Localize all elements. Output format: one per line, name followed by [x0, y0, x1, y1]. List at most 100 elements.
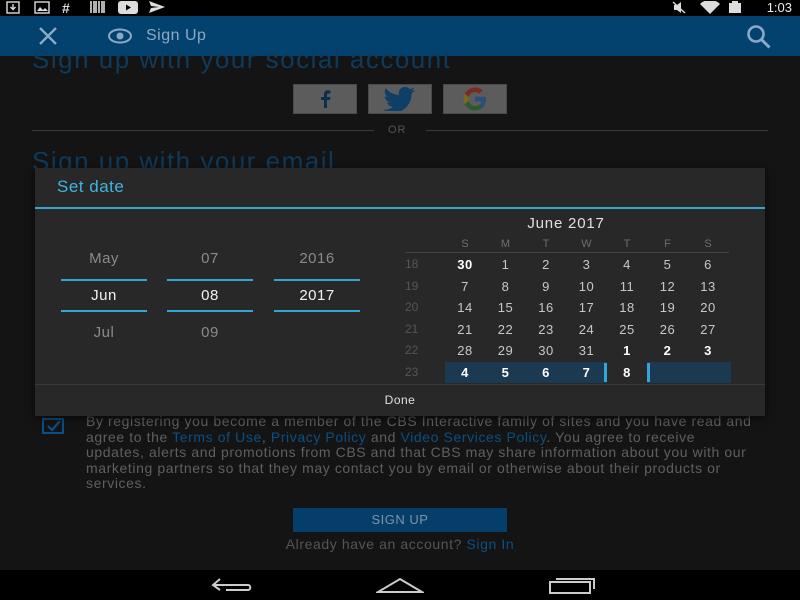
legal-text-part: and: [366, 428, 401, 445]
month-current[interactable]: Jun: [61, 287, 147, 304]
day-spinner[interactable]: 07 08 09: [167, 246, 253, 341]
back-icon[interactable]: [206, 576, 254, 594]
calendar-day[interactable]: 1: [486, 254, 526, 275]
calendar-header-divider: [405, 252, 729, 253]
calendar-day[interactable]: 23: [526, 319, 566, 340]
or-divider-right: [426, 130, 768, 131]
calendar-day[interactable]: 16: [526, 297, 566, 318]
calendar-day[interactable]: 30: [526, 340, 566, 361]
year-spinner[interactable]: 2016 2017: [274, 246, 360, 336]
calendar-day[interactable]: 30: [445, 254, 485, 275]
month-spinner[interactable]: May Jun Jul: [61, 246, 147, 341]
or-label: OR: [388, 124, 407, 136]
facebook-button[interactable]: [293, 84, 357, 114]
calendar-day[interactable]: 13: [688, 276, 728, 297]
calendar-month-label: June 2017: [527, 215, 605, 232]
calendar-day[interactable]: 2: [648, 340, 688, 361]
spinner-divider: [167, 279, 253, 281]
calendar-day[interactable]: 24: [567, 319, 607, 340]
calendar-day[interactable]: 15: [486, 297, 526, 318]
calendar-day[interactable]: 7: [567, 362, 607, 383]
sign-in-link[interactable]: Sign In: [466, 536, 514, 552]
calendar-day[interactable]: 28: [445, 340, 485, 361]
weekday-label: S: [461, 238, 469, 250]
calendar-day[interactable]: 31: [567, 340, 607, 361]
calendar-day[interactable]: 6: [688, 254, 728, 275]
calendar-day[interactable]: 8: [607, 362, 647, 383]
calendar-day[interactable]: 11: [607, 276, 647, 297]
spinner-divider: [61, 310, 147, 312]
status-clock: 1:03: [766, 0, 792, 15]
download-icon: [6, 1, 20, 17]
spinner-divider: [274, 279, 360, 281]
airplane-icon: [148, 1, 166, 17]
calendar-day[interactable]: 5: [486, 362, 526, 383]
calendar-day[interactable]: 8: [486, 276, 526, 297]
spinner-divider: [167, 310, 253, 312]
twitter-button[interactable]: [368, 84, 432, 114]
spinner-divider: [61, 279, 147, 281]
month-prev[interactable]: May: [61, 250, 147, 267]
calendar-day[interactable]: 2: [526, 254, 566, 275]
week-number: 21: [405, 321, 419, 336]
calendar-day[interactable]: 4: [607, 254, 647, 275]
calendar-day[interactable]: 27: [688, 319, 728, 340]
calendar-day[interactable]: 12: [648, 276, 688, 297]
google-button[interactable]: [443, 84, 507, 114]
calendar-day[interactable]: 1: [607, 340, 647, 361]
check-icon: [47, 420, 61, 432]
barcode-icon: [90, 1, 106, 16]
done-button[interactable]: Done: [35, 385, 765, 416]
month-next[interactable]: Jul: [61, 324, 147, 341]
year-current[interactable]: 2017: [274, 287, 360, 304]
calendar-day[interactable]: 5: [648, 254, 688, 275]
calendar-day[interactable]: 21: [445, 319, 485, 340]
calendar-day[interactable]: 18: [607, 297, 647, 318]
home-icon[interactable]: [374, 576, 426, 594]
dialog-title: Set date: [57, 177, 125, 196]
calendar-day[interactable]: 26: [648, 319, 688, 340]
weekday-label: T: [542, 238, 550, 250]
screen: # 1:03 Sign Up Sign up with your social …: [0, 0, 800, 600]
calendar-day[interactable]: 29: [486, 340, 526, 361]
calendar-day[interactable]: 19: [648, 297, 688, 318]
wifi-icon: [700, 0, 720, 17]
recents-icon[interactable]: [548, 576, 596, 594]
eye-icon: [108, 28, 132, 44]
day-current[interactable]: 08: [167, 287, 253, 304]
calendar-day[interactable]: 14: [445, 297, 485, 318]
weekday-label: W: [581, 238, 592, 250]
weekday-header: SMTWTFS: [403, 238, 729, 252]
day-prev[interactable]: 07: [167, 250, 253, 267]
spinner-divider: [274, 310, 360, 312]
calendar-view[interactable]: June 2017 SMTWTFS 18 30 1 2 3 4 5 6 19 7 8 9 10 11 12 1…: [403, 212, 731, 384]
agree-checkbox[interactable]: [42, 418, 64, 434]
calendar-week-row: 18 30 1 2 3 4 5 6: [403, 254, 729, 275]
terms-of-use-link[interactable]: Terms of Use: [172, 429, 262, 445]
calendar-day[interactable]: 9: [526, 276, 566, 297]
sign-up-button[interactable]: SIGN UP: [293, 508, 507, 532]
calendar-day[interactable]: 3: [567, 254, 607, 275]
weekday-label: T: [623, 238, 631, 250]
google-icon: [463, 87, 486, 111]
privacy-policy-link[interactable]: Privacy Policy: [271, 429, 367, 445]
facebook-icon: [321, 90, 331, 108]
calendar-day[interactable]: 22: [486, 319, 526, 340]
search-icon[interactable]: [746, 24, 772, 50]
year-prev[interactable]: 2016: [274, 250, 360, 267]
week-number: 20: [405, 300, 419, 314]
day-next[interactable]: 09: [167, 324, 253, 341]
calendar-day[interactable]: 20: [688, 297, 728, 318]
calendar-day[interactable]: 3: [688, 340, 728, 361]
video-services-policy-link[interactable]: Video Services Policy: [401, 429, 547, 445]
calendar-day[interactable]: 10: [567, 276, 607, 297]
calendar-week-row: 20 14 15 16 17 18 19 20: [403, 297, 729, 318]
already-text: Already have an account?: [285, 536, 467, 552]
calendar-day[interactable]: 17: [567, 297, 607, 318]
calendar-day[interactable]: 7: [445, 276, 485, 297]
hashtag-icon: #: [62, 0, 70, 16]
calendar-day[interactable]: 6: [526, 362, 566, 383]
legal-text-part: ,: [261, 428, 271, 445]
calendar-day[interactable]: 25: [607, 319, 647, 340]
calendar-day[interactable]: 4: [445, 362, 485, 383]
